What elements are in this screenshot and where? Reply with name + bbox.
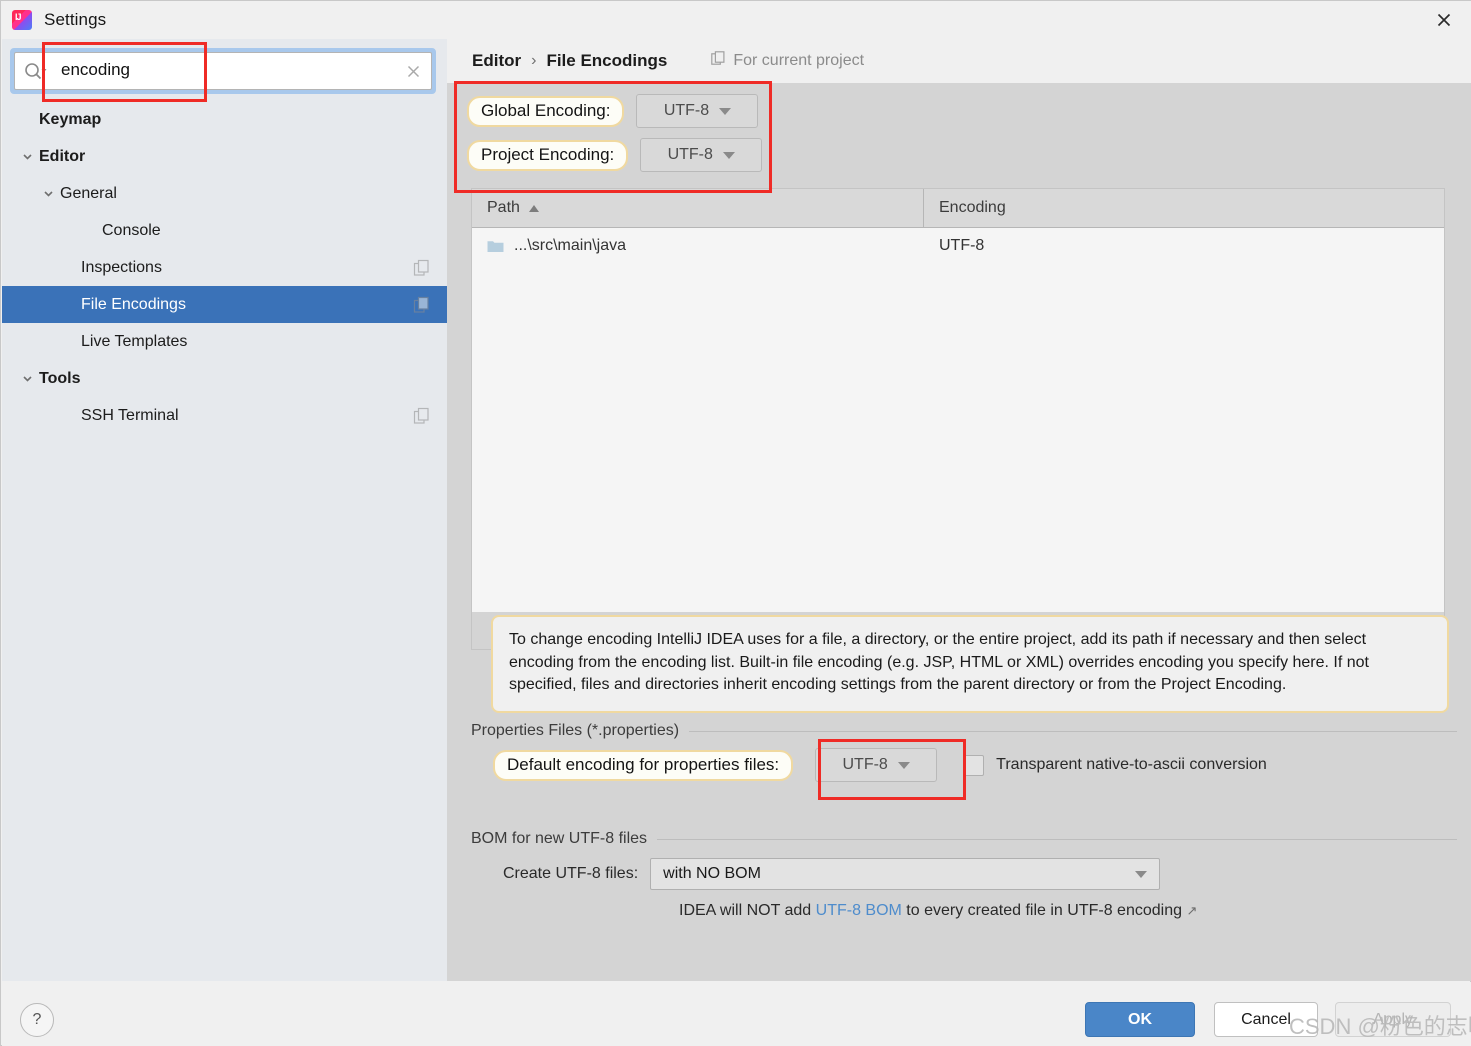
properties-files-section: Properties Files (*.properties) Default …	[471, 720, 1457, 782]
divider	[689, 730, 1457, 732]
transparent-native-to-ascii-checkbox[interactable]	[963, 754, 985, 776]
bom-title: BOM for new UTF-8 files	[471, 830, 648, 847]
chevron-down-icon[interactable]	[19, 149, 35, 165]
settings-sidebar: Keymap Editor General Console Inspections Fil…	[2, 39, 447, 981]
sidebar-item-label: Inspections	[81, 258, 162, 276]
create-utf8-files-combo[interactable]: with NO BOM	[650, 858, 1161, 890]
global-encoding-combo[interactable]: UTF-8	[636, 94, 759, 128]
settings-dialog: Settings	[0, 0, 1471, 1046]
create-utf8-files-label: Create UTF-8 files:	[503, 865, 639, 882]
default-encoding-label: Default encoding for properties files:	[493, 749, 794, 781]
title-bar: Settings	[1, 1, 1471, 39]
column-header-path[interactable]: Path	[472, 189, 924, 227]
folder-icon	[487, 239, 504, 253]
properties-files-title: Properties Files (*.properties)	[471, 722, 680, 739]
sidebar-item-general[interactable]: General	[2, 175, 447, 212]
cancel-button[interactable]: Cancel	[1214, 1002, 1318, 1037]
bom-hint: IDEA will NOT add UTF-8 BOM to every cre…	[679, 902, 1197, 920]
table-header: Path Encoding	[472, 189, 1444, 228]
default-encoding-combo[interactable]: UTF-8	[815, 748, 938, 782]
bom-hint-prefix: IDEA will NOT add	[679, 902, 816, 919]
help-button[interactable]: ?	[20, 1003, 54, 1037]
breadcrumb: Editor › File Encodings For current proj…	[447, 39, 1471, 83]
sidebar-item-label: General	[60, 184, 117, 202]
utf8-bom-link[interactable]: UTF-8 BOM	[816, 902, 902, 919]
sort-ascending-icon	[528, 204, 539, 212]
chevron-down-icon	[722, 151, 735, 159]
sidebar-item-tools[interactable]: Tools	[2, 360, 447, 397]
create-utf8-files-row: Create UTF-8 files: with NO BOM	[503, 858, 1161, 890]
column-header-encoding[interactable]: Encoding	[924, 189, 1006, 227]
search-field-wrapper	[10, 48, 436, 94]
apply-button[interactable]: Apply	[1335, 1002, 1451, 1037]
column-header-path-label: Path	[487, 199, 520, 216]
copy-icon	[413, 296, 431, 314]
table-row[interactable]: ...\src\main\java UTF-8	[472, 228, 1444, 264]
copy-icon	[711, 51, 726, 71]
sidebar-item-label: File Encodings	[81, 295, 186, 313]
close-icon[interactable]	[1416, 1, 1471, 39]
sidebar-item-file-encodings[interactable]: File Encodings	[2, 286, 447, 323]
copy-icon	[413, 259, 431, 277]
project-encoding-label: Project Encoding:	[467, 139, 629, 171]
chevron-down-icon	[897, 761, 910, 769]
breadcrumb-separator-icon: ›	[531, 52, 537, 69]
settings-tree: Keymap Editor General Console Inspections Fil…	[2, 101, 447, 434]
table-cell-path: ...\src\main\java	[472, 237, 924, 255]
sidebar-item-label: Editor	[39, 147, 86, 165]
sidebar-item-keymap[interactable]: Keymap	[2, 101, 447, 138]
default-encoding-value: UTF-8	[842, 756, 888, 773]
bom-hint-suffix: to every created file in UTF-8 encoding	[901, 902, 1182, 919]
project-encoding-value: UTF-8	[667, 146, 713, 163]
search-icon[interactable]	[23, 59, 51, 83]
breadcrumb-current: File Encodings	[546, 51, 668, 70]
chevron-down-icon[interactable]	[19, 371, 35, 387]
sidebar-item-inspections[interactable]: Inspections	[2, 249, 447, 286]
ok-button[interactable]: OK	[1085, 1002, 1195, 1037]
sidebar-item-ssh-terminal[interactable]: SSH Terminal	[2, 397, 447, 434]
divider	[657, 838, 1457, 840]
column-header-encoding-label: Encoding	[939, 199, 1006, 216]
project-encoding-combo[interactable]: UTF-8	[640, 138, 763, 172]
create-utf8-files-value: with NO BOM	[663, 865, 761, 882]
intellij-idea-icon	[12, 10, 32, 30]
global-encoding-row: Global Encoding: UTF-8	[467, 89, 767, 133]
project-encoding-row: Project Encoding: UTF-8	[467, 133, 767, 177]
table-cell-encoding: UTF-8	[939, 237, 985, 254]
chevron-down-icon	[1135, 870, 1148, 878]
transparent-native-to-ascii-label: Transparent native-to-ascii conversion	[996, 756, 1267, 773]
for-current-project-label: For current project	[733, 52, 865, 69]
global-encoding-value: UTF-8	[663, 102, 710, 119]
search-input[interactable]	[51, 60, 395, 82]
for-current-project-note: For current project	[711, 51, 864, 71]
sidebar-item-console[interactable]: Console	[2, 212, 447, 249]
global-encoding-label: Global Encoding:	[467, 95, 625, 127]
encodings-table: Path Encoding ...\src\main\java UTF-8	[471, 188, 1445, 612]
clear-icon[interactable]	[395, 58, 431, 84]
table-body: ...\src\main\java UTF-8	[472, 228, 1444, 612]
encoding-selectors: Global Encoding: UTF-8 Project Encoding:…	[467, 89, 767, 177]
copy-icon	[413, 407, 431, 425]
sidebar-item-live-templates[interactable]: Live Templates	[2, 323, 447, 360]
sidebar-item-label: Console	[102, 221, 161, 239]
chevron-down-icon[interactable]	[40, 186, 56, 202]
sidebar-item-label: Live Templates	[81, 332, 188, 350]
external-link-icon: ↗	[1186, 903, 1198, 918]
bom-section: BOM for new UTF-8 files Create UTF-8 fil…	[471, 828, 1457, 919]
table-cell-path-label: ...\src\main\java	[514, 237, 627, 254]
sidebar-item-editor[interactable]: Editor	[2, 138, 447, 175]
sidebar-item-label: Keymap	[39, 110, 102, 128]
sidebar-item-label: Tools	[39, 369, 81, 387]
search-box[interactable]	[14, 52, 432, 90]
properties-files-title-row: Properties Files (*.properties)	[471, 720, 1457, 742]
info-message: To change encoding IntelliJ IDEA uses fo…	[491, 615, 1449, 713]
sidebar-item-label: SSH Terminal	[81, 406, 179, 424]
chevron-down-icon	[719, 107, 732, 115]
window-title: Settings	[44, 10, 107, 29]
default-encoding-row: Default encoding for properties files: U…	[493, 748, 1267, 782]
bom-title-row: BOM for new UTF-8 files	[471, 828, 1457, 850]
breadcrumb-parent[interactable]: Editor	[472, 51, 521, 71]
